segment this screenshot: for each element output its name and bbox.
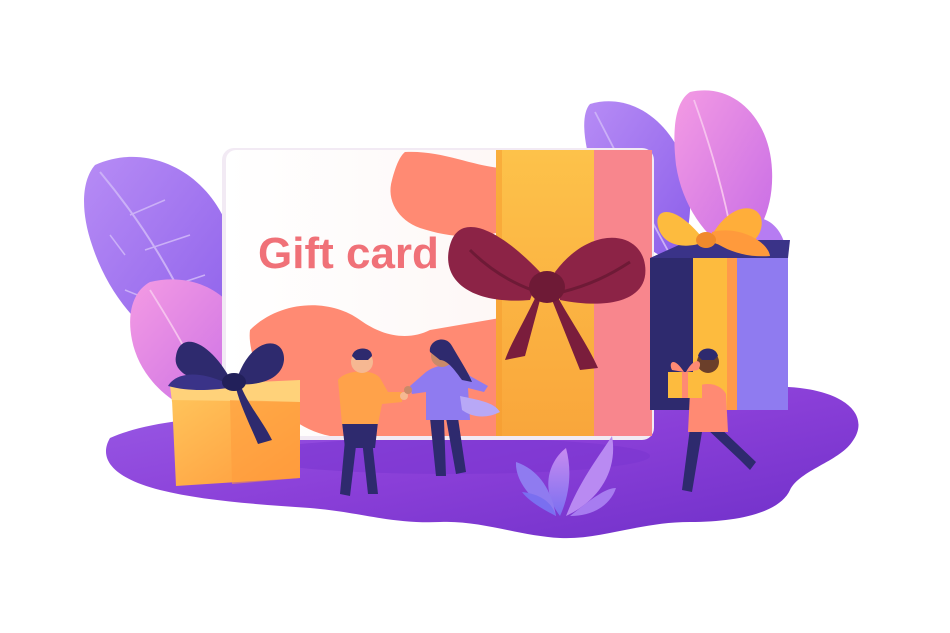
ground-shadow	[250, 438, 650, 474]
illustration-canvas: Gift card	[84, 90, 859, 539]
gift-card-illustration: Gift card	[0, 0, 950, 633]
gift-card-label: Gift card	[258, 229, 439, 278]
